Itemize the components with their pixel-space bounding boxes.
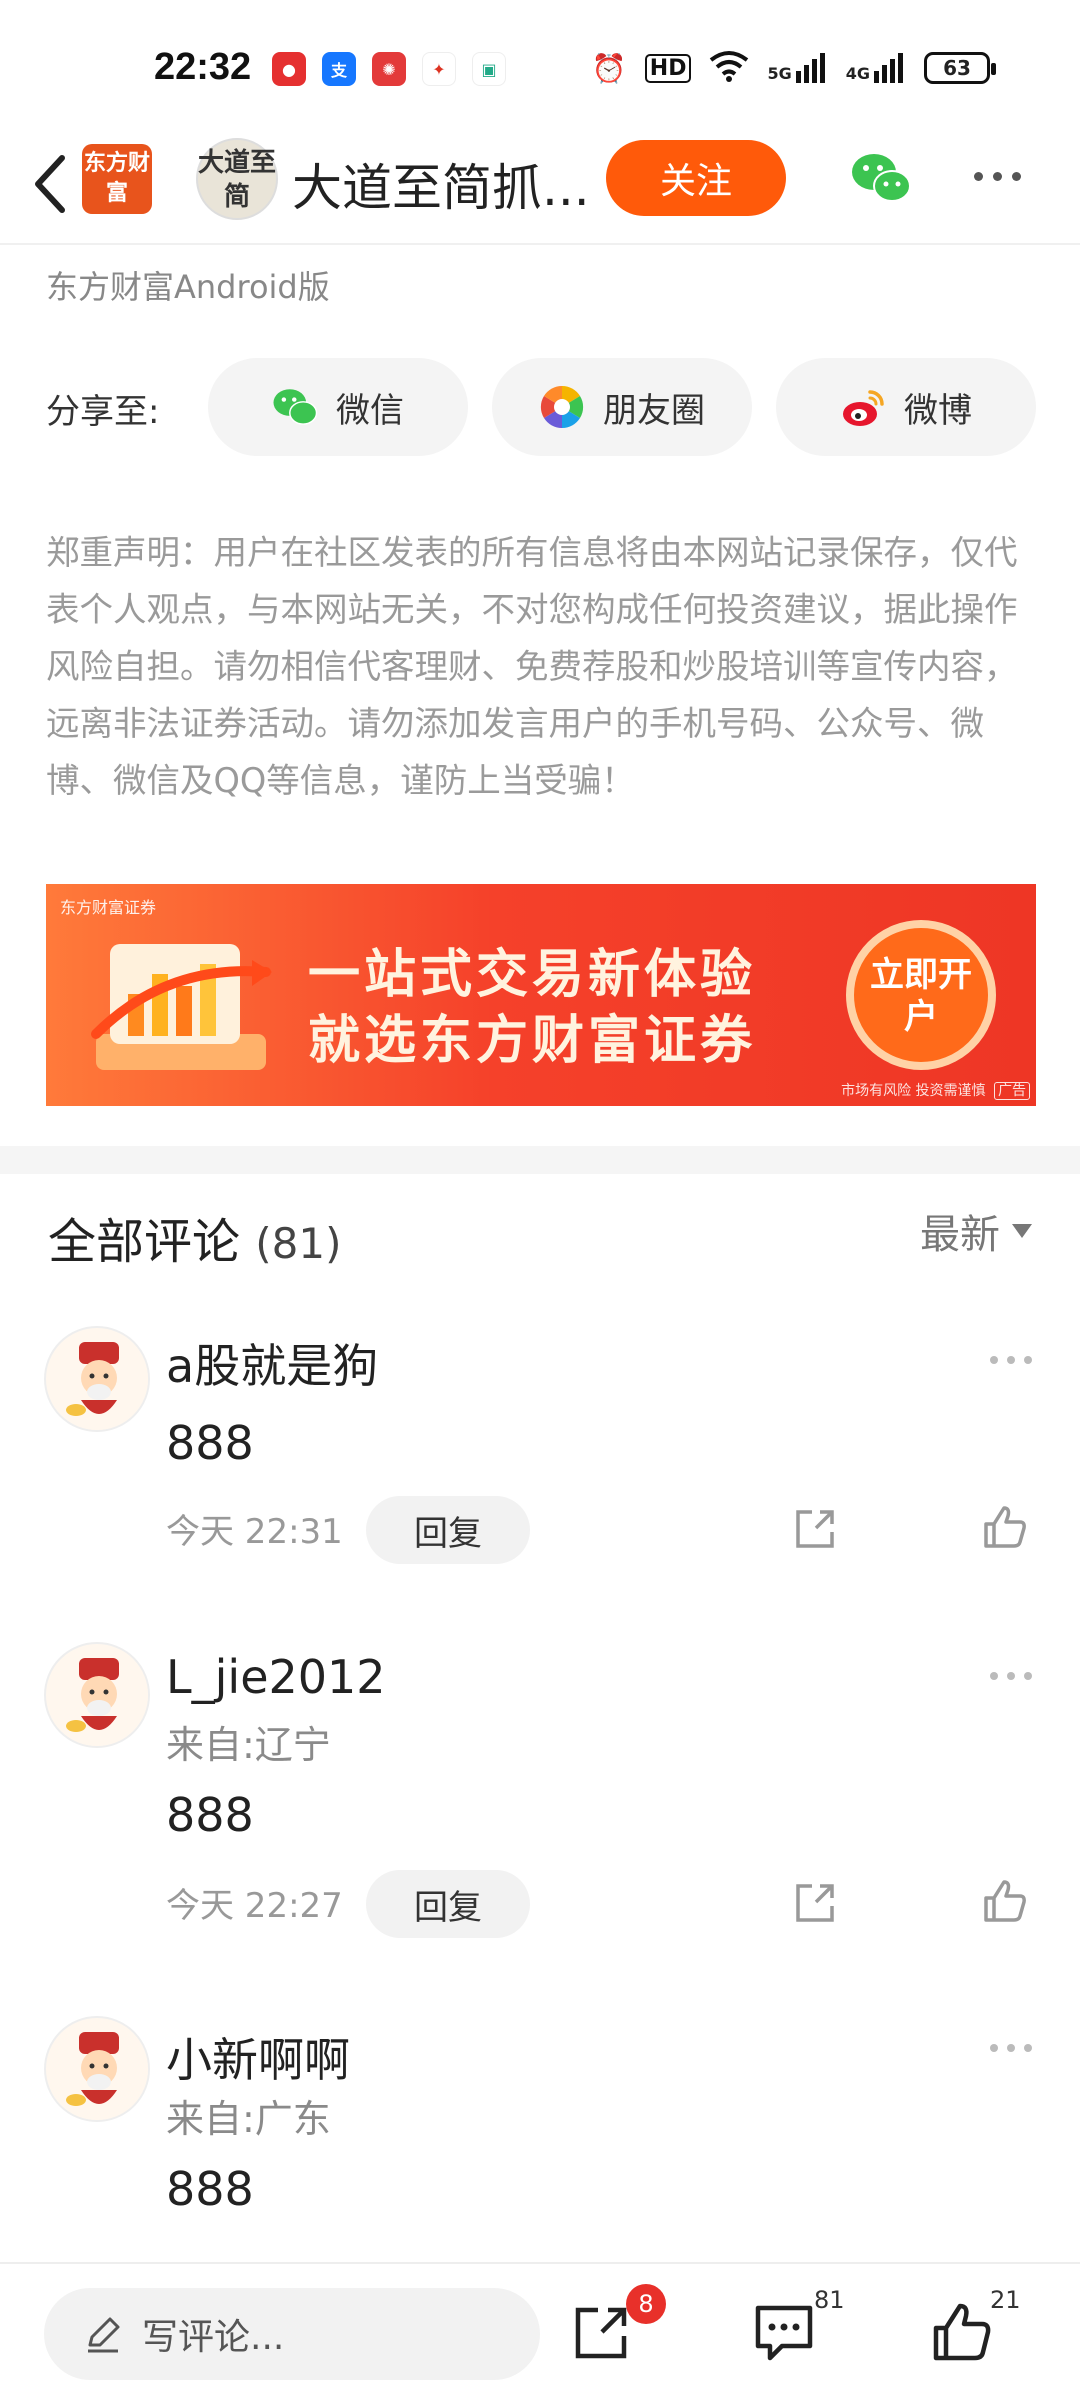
status-bar: 22:32 ● 支 ✺ ✦ ▣ ⏰ HD 5G 4G 63: [0, 0, 1080, 140]
app-notification-icon: ✺: [372, 52, 406, 86]
alarm-icon: ⏰: [591, 51, 627, 85]
reply-button[interactable]: 回复: [366, 1870, 530, 1938]
chart-illustration-icon: [91, 944, 272, 1070]
disclaimer-text: 郑重声明：用户在社区发表的所有信息将由本网站记录保存，仅代表个人观点，与本网站无…: [46, 533, 1018, 800]
moments-icon: [540, 385, 584, 429]
signal-5g-icon: 5G: [767, 53, 827, 83]
bottom-action-bar: 写评论... 8 81 21: [0, 2262, 1080, 2400]
section-divider: [0, 1146, 1080, 1174]
hd-icon: HD: [644, 53, 692, 83]
share-wechat-label: 微信: [336, 390, 404, 431]
like-count: 21: [990, 2286, 1021, 2314]
sort-label: 最新: [920, 1212, 1000, 1258]
comment-time: 今天 22:31: [166, 1512, 343, 1552]
china-unicom-icon: ✦: [422, 52, 456, 86]
status-time: 22:32: [154, 46, 252, 88]
share-icon[interactable]: [792, 1506, 838, 1552]
sort-dropdown[interactable]: 最新: [920, 1202, 1032, 1260]
comment-location: 来自:广东: [166, 2097, 331, 2141]
notification-icons: ● 支 ✺ ✦ ▣: [272, 52, 506, 86]
write-comment-input[interactable]: 写评论...: [44, 2288, 540, 2380]
comment-more-icon[interactable]: [990, 1672, 1032, 1680]
comment-location: 来自:辽宁: [166, 1723, 331, 1767]
app-logo[interactable]: 东方财富: [82, 144, 152, 214]
share-moments-button[interactable]: 朋友圈: [492, 358, 752, 456]
comment-author[interactable]: L_jie2012: [166, 1650, 386, 1704]
share-badge: 8: [626, 2284, 666, 2324]
banner-brand: 东方财富证券: [60, 898, 157, 917]
avatar[interactable]: [44, 2016, 150, 2122]
app-notification-icon: ●: [272, 52, 306, 86]
comment-time: 今天 22:27: [166, 1886, 343, 1926]
share-weibo-label: 微博: [904, 390, 972, 431]
comment-count: 81: [814, 2286, 845, 2314]
wechat-icon[interactable]: [850, 150, 912, 206]
back-arrow-icon[interactable]: [22, 148, 82, 218]
fortune-god-avatar-icon: [47, 1645, 148, 1746]
follow-button[interactable]: 关注: [606, 140, 786, 216]
like-icon[interactable]: [930, 2300, 994, 2364]
fortune-god-avatar-icon: [47, 1329, 148, 1430]
battery-icon: 63: [924, 52, 996, 84]
avatar[interactable]: [44, 1642, 150, 1748]
comment-body: 888: [166, 1416, 254, 1470]
system-status: ⏰ HD 5G 4G 63: [591, 50, 996, 86]
avatar[interactable]: [44, 1326, 150, 1432]
banner-footer: 市场有风险 投资需谨慎 广告: [841, 1080, 1030, 1100]
comment-author[interactable]: a股就是狗: [166, 1330, 378, 1396]
dropdown-arrow-icon: [1012, 1224, 1032, 1238]
share-icon[interactable]: [570, 2300, 634, 2364]
wechat-icon: [273, 389, 318, 425]
comment-more-icon[interactable]: [990, 2044, 1032, 2052]
ad-tag: 广告: [994, 1082, 1030, 1100]
reply-button[interactable]: 回复: [366, 1496, 530, 1564]
comment-body: 888: [166, 2162, 254, 2216]
pencil-icon: [88, 2317, 120, 2353]
wifi-icon: [709, 50, 749, 86]
comment-icon[interactable]: [752, 2300, 816, 2364]
like-icon[interactable]: [980, 1502, 1030, 1552]
fortune-god-avatar-icon: [47, 2019, 148, 2120]
more-options-icon[interactable]: [974, 172, 1021, 181]
like-icon[interactable]: [980, 1876, 1030, 1926]
ad-banner[interactable]: 东方财富证券 一站式交易新体验 就选东方财富证券 立即开户 市场有风险 投资需谨…: [46, 884, 1036, 1106]
banner-headline: 一站式交易新体验: [308, 945, 757, 1005]
comment-more-icon[interactable]: [990, 1356, 1032, 1364]
signal-4g-icon: 4G: [846, 53, 906, 83]
author-avatar[interactable]: 大道至简: [196, 138, 278, 220]
share-moments-label: 朋友圈: [603, 390, 705, 431]
share-wechat-button[interactable]: 微信: [208, 358, 468, 456]
alipay-icon: 支: [322, 52, 356, 86]
share-label: 分享至:: [46, 392, 160, 432]
top-navigation: 东方财富 大道至简 大道至简抓... 关注: [0, 130, 1080, 245]
comment-author[interactable]: 小新啊啊: [166, 2024, 350, 2090]
comments-title: 全部评论 (81): [48, 1214, 342, 1270]
banner-subheadline: 就选东方财富证券: [308, 1011, 757, 1071]
comment-placeholder: 写评论...: [142, 2317, 285, 2358]
share-weibo-button[interactable]: 微博: [776, 358, 1036, 456]
comment-body: 888: [166, 1788, 254, 1842]
app-notification-icon: ▣: [472, 52, 506, 86]
share-icon[interactable]: [792, 1880, 838, 1926]
weibo-icon: [843, 390, 884, 426]
open-account-button[interactable]: 立即开户: [846, 920, 996, 1070]
post-source: 东方财富Android版: [46, 268, 330, 306]
comments-count: (81): [255, 1219, 342, 1268]
author-name[interactable]: 大道至简抓...: [292, 148, 592, 220]
